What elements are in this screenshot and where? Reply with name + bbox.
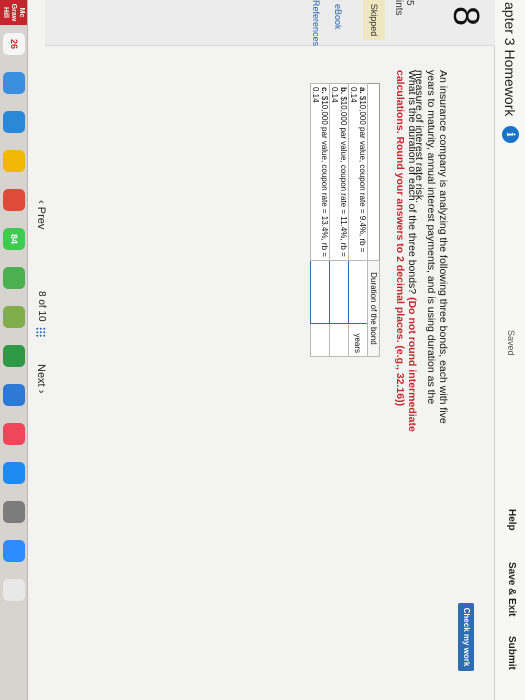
points-label: 5 ints <box>393 0 415 16</box>
skipped-badge: Skipped <box>363 0 385 40</box>
table-row: b. $10,000 par value, coupon rate = 11.4… <box>329 83 349 357</box>
submit-button[interactable]: Submit <box>506 636 517 670</box>
next-label: Next <box>35 364 47 387</box>
row-label: c. <box>320 87 329 94</box>
ebook-link[interactable]: eBook <box>333 4 343 30</box>
photos-icon[interactable] <box>3 150 25 172</box>
music-icon[interactable] <box>3 423 25 445</box>
mac-dock: Mc Graw Hill 26 84 <box>0 0 28 700</box>
next-button[interactable]: Next › <box>35 364 47 393</box>
table-corner <box>367 83 380 261</box>
chevron-left-icon: ‹ <box>35 200 47 204</box>
info-icon[interactable]: i <box>502 126 519 143</box>
page-indicator: 8 of 10 <box>36 291 47 322</box>
check-my-work-button[interactable]: Check my work <box>458 603 474 671</box>
photo-frame: apter 3 Homework i Saved Help Save & Exi… <box>0 0 525 700</box>
unit-label: years <box>348 323 368 357</box>
grid-icon[interactable] <box>36 327 46 337</box>
row-text: $10,000 par value, coupon rate = 9.4%, r… <box>349 87 367 253</box>
row-description: b. $10,000 par value, coupon rate = 11.4… <box>329 83 349 261</box>
question-text: An insurance company is analyzing the fo… <box>413 70 449 424</box>
duration-input-c[interactable] <box>310 260 330 324</box>
chrome-icon[interactable] <box>3 189 25 211</box>
prev-button[interactable]: ‹ Prev <box>35 200 47 229</box>
save-exit-button[interactable]: Save & Exit <box>506 562 517 616</box>
safari-icon[interactable] <box>3 111 25 133</box>
row-text: $10,000 par value, coupon rate = 13.4%, … <box>311 87 329 257</box>
messages-icon[interactable]: 84 <box>3 228 25 250</box>
facetime-icon[interactable] <box>3 267 25 289</box>
numbers-icon[interactable] <box>3 345 25 367</box>
saved-status: Saved <box>506 330 516 356</box>
finder-icon[interactable] <box>3 72 25 94</box>
table-row: c. $10,000 par value, coupon rate = 13.4… <box>310 83 330 357</box>
calendar-icon[interactable]: 26 <box>3 33 25 55</box>
table-row: a. $10,000 par value, coupon rate = 9.4%… <box>348 83 368 357</box>
zoom-icon[interactable] <box>3 540 25 562</box>
chevron-right-icon: › <box>35 389 47 394</box>
references-link[interactable]: References <box>311 0 321 46</box>
unit-label <box>310 323 330 357</box>
question-sidebar: 8 5 ints Skipped eBook References <box>45 0 495 46</box>
unit-label <box>329 323 349 357</box>
mcgraw-hill-logo: Mc Graw Hill <box>0 0 27 25</box>
app-store-icon[interactable] <box>3 462 25 484</box>
row-label: a. <box>358 87 367 94</box>
table-header-row: Duration of the bond <box>367 83 380 357</box>
duration-input-b[interactable] <box>329 260 349 324</box>
row-label: b. <box>339 87 348 95</box>
row-description: c. $10,000 par value, coupon rate = 13.4… <box>310 83 330 261</box>
row-text: $10,000 par value, coupon rate = 11.4%, … <box>330 87 348 257</box>
column-header-duration: Duration of the bond <box>367 260 380 357</box>
maps-icon[interactable] <box>3 306 25 328</box>
notes-icon[interactable] <box>3 579 25 601</box>
answer-table: Duration of the bond a. $10,000 par valu… <box>310 83 380 357</box>
row-description: a. $10,000 par value, coupon rate = 9.4%… <box>348 83 368 261</box>
prev-label: Prev <box>35 206 47 230</box>
duration-input-a[interactable] <box>348 260 368 324</box>
keynote-icon[interactable] <box>3 384 25 406</box>
assignment-title: apter 3 Homework <box>502 2 518 117</box>
assignment-header: apter 3 Homework i Saved Help Save & Exi… <box>494 0 525 700</box>
help-link[interactable]: Help <box>506 509 517 531</box>
question-ask: What is the duration of each of the thre… <box>406 70 418 295</box>
question-number: 8 <box>446 6 487 27</box>
browser-screen: apter 3 Homework i Saved Help Save & Exi… <box>0 0 525 700</box>
system-preferences-icon[interactable] <box>3 501 25 523</box>
question-prompt: What is the duration of each of the thre… <box>394 70 418 470</box>
